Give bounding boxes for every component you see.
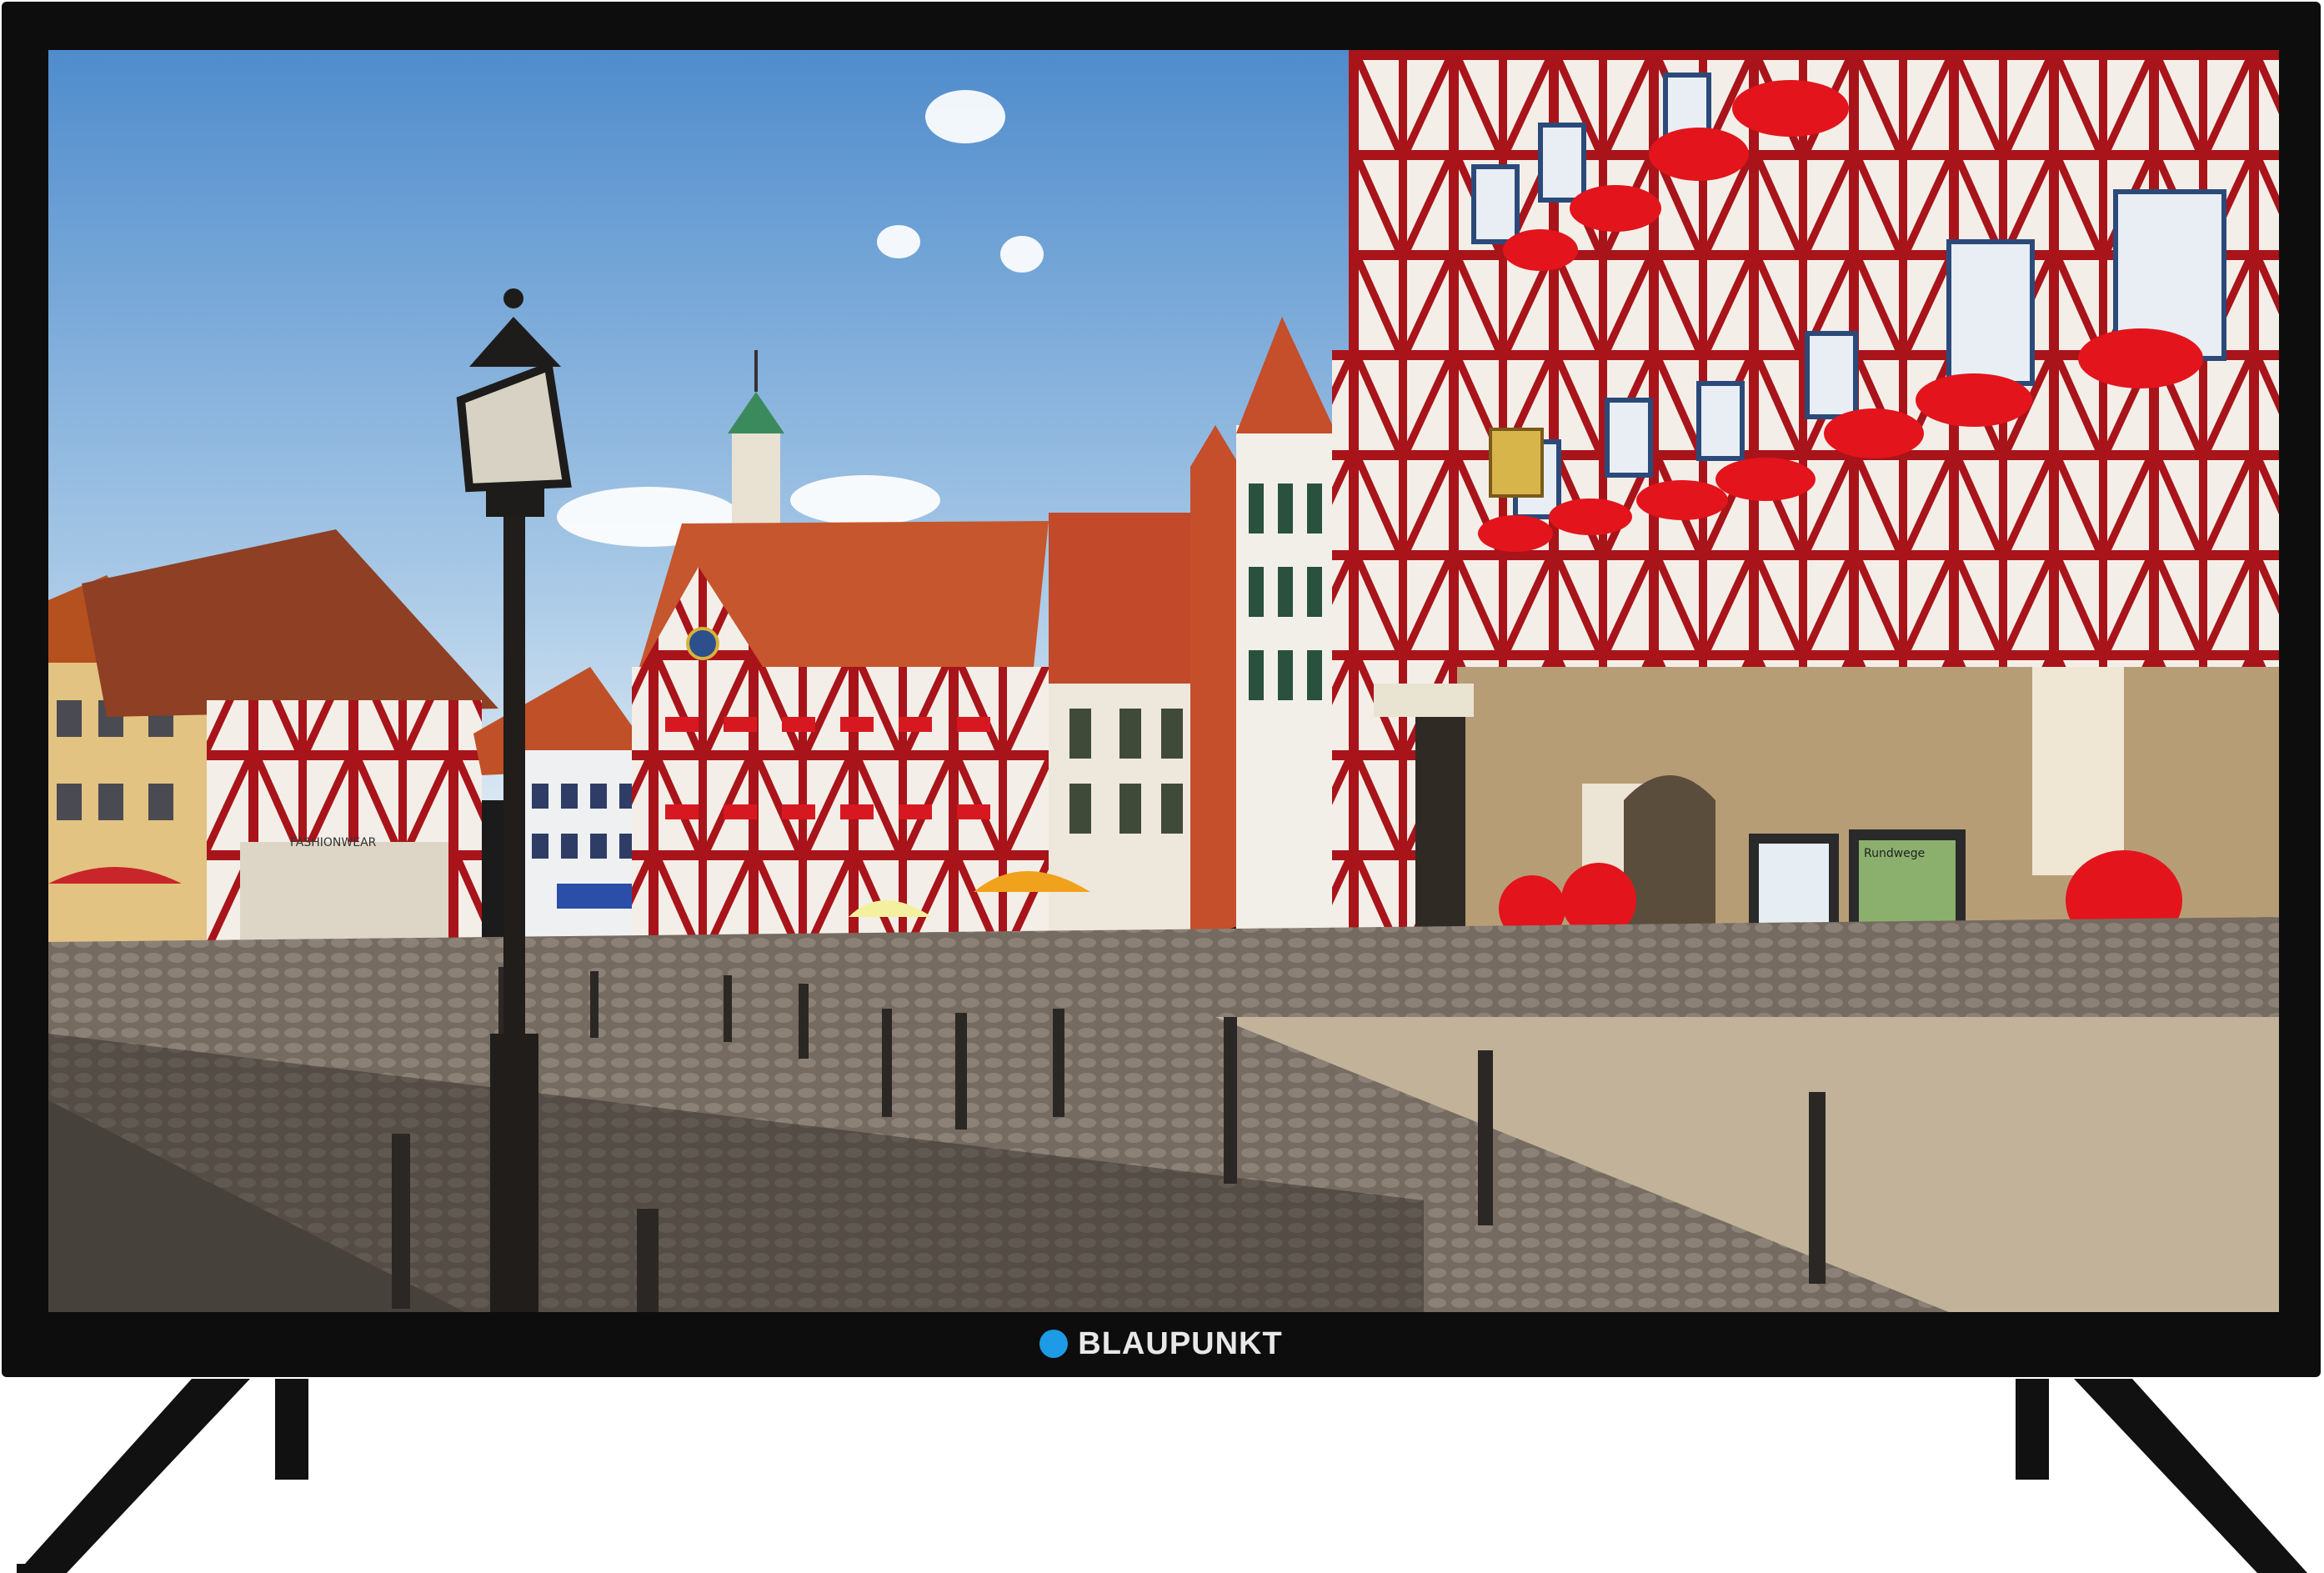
tv-frame: FASHIONWEAR Rundwege BLAUPUNKT (2, 2, 2321, 1377)
svg-text:Rundwege: Rundwege (1864, 847, 1925, 860)
brand-name: BLAUPUNKT (1078, 1325, 1283, 1361)
right-stand (2016, 1379, 2307, 1573)
left-stand (17, 1379, 308, 1573)
brand-dot-icon (1039, 1330, 1069, 1358)
tv-screen: FASHIONWEAR Rundwege (48, 50, 2279, 1312)
svg-text:FASHIONWEAR: FASHIONWEAR (290, 836, 377, 849)
town-square-scene: FASHIONWEAR Rundwege (48, 50, 2279, 1312)
brand-logo: BLAUPUNKT (2, 1323, 2321, 1365)
